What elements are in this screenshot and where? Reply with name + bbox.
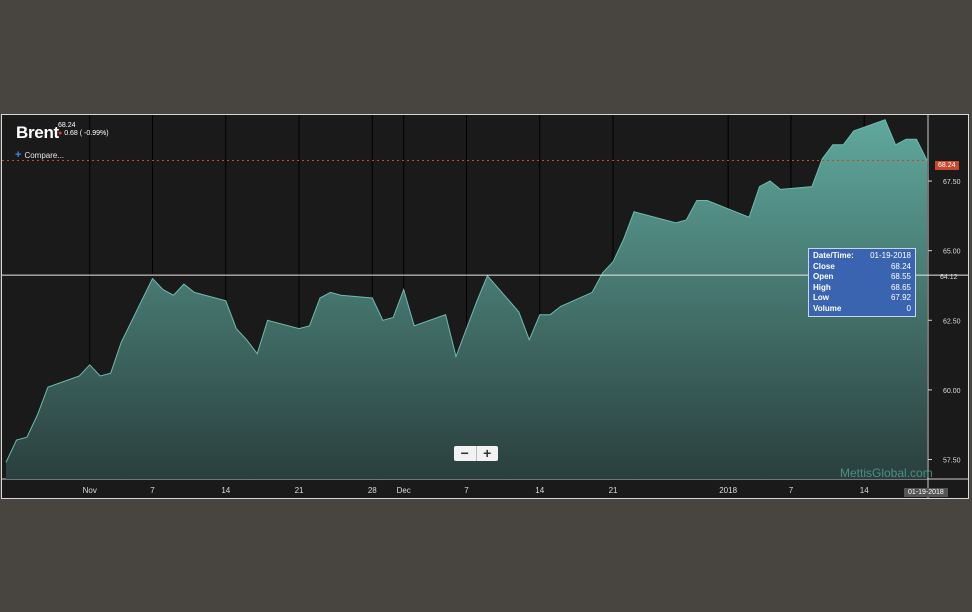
y-tick-label: 60.00 [943, 388, 961, 395]
tooltip-label: Open [813, 272, 834, 281]
data-tooltip: Date/Time: 01-19-2018 Close 68.24 Open 68.55 H… [808, 248, 916, 317]
tooltip-value: 68.65 [890, 282, 911, 292]
x-tick-label: 14 [535, 486, 544, 495]
tooltip-label: High [813, 282, 831, 292]
tooltip-label: Low [813, 293, 829, 302]
x-tick-label: 21 [609, 486, 618, 495]
x-tick-label: 28 [368, 486, 377, 495]
x-tick-label: 14 [221, 486, 230, 495]
watermark: MettisGlobal.com [840, 466, 933, 480]
crosshair-value: 64.12 [940, 274, 958, 281]
tooltip-value: 01-19-2018 [870, 251, 911, 260]
down-dot-icon: ● [58, 130, 63, 137]
tooltip-row: Low 67.92 [813, 293, 911, 304]
tooltip-label: Volume [813, 303, 842, 313]
y-tick-label: 65.00 [943, 249, 961, 256]
x-tick-label: 7 [464, 486, 469, 495]
x-tick-label: 21 [295, 486, 304, 495]
y-tick-label: 62.50 [943, 318, 961, 325]
y-tick-label: 57.50 [943, 458, 961, 465]
x-tick-label: 7 [150, 486, 155, 495]
x-tick-label: 7 [789, 486, 794, 495]
tooltip-label: Close [813, 261, 835, 271]
compare-label: Compare... [24, 151, 65, 160]
ticker-symbol: Brent [16, 123, 59, 142]
last-price: 68.24 [58, 122, 76, 129]
plus-icon: + [15, 149, 22, 161]
x-tick-label: Nov [83, 486, 97, 495]
last-price-tag: 68.24 [935, 161, 959, 170]
chart-panel: 57.50 60.00 62.50 65.00 67.50 Nov 7 14 21 28 Dec 7… [1, 114, 969, 499]
tooltip-value: 67.92 [890, 293, 911, 302]
tooltip-row: Close 68.24 [813, 262, 911, 273]
compare-button[interactable]: + Compare... [15, 149, 64, 161]
current-date-flag: 01-19-2018 [904, 488, 948, 497]
x-tick-label: 14 [860, 486, 869, 495]
x-tick-label: 2018 [719, 486, 737, 495]
tooltip-row: Open 68.55 [813, 272, 911, 283]
y-tick-label: 67.50 [943, 179, 961, 186]
zoom-out-button[interactable]: − [454, 446, 477, 461]
tooltip-row: Volume 0 [813, 304, 911, 315]
x-tick-label: Dec [397, 486, 411, 495]
y-axis: 57.50 60.00 62.50 65.00 67.50 [928, 179, 961, 465]
tooltip-row: Date/Time: 01-19-2018 [813, 251, 911, 262]
tooltip-value: 68.24 [890, 261, 911, 271]
x-axis: Nov 7 14 21 28 Dec 7 14 21 2018 7 14 [83, 486, 870, 495]
price-change: ● 0.68 ( -0.99%) [58, 130, 109, 137]
zoom-control: − + [454, 446, 498, 461]
tooltip-value: 0 [906, 303, 911, 313]
price-change-value: 0.68 ( -0.99%) [64, 130, 109, 137]
tooltip-value: 68.55 [890, 272, 911, 281]
tooltip-label: Date/Time: [813, 251, 854, 260]
zoom-in-button[interactable]: + [477, 446, 499, 461]
tooltip-row: High 68.65 [813, 283, 911, 294]
